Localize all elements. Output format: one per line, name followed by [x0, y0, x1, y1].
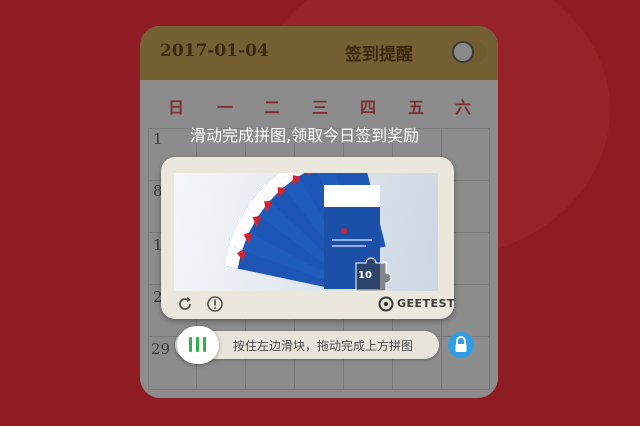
- weekday-fri: 五: [407, 98, 424, 117]
- slider-grip-icon: [189, 337, 192, 352]
- puzzle-image: 10: [174, 173, 438, 291]
- weekday-sun: 日: [167, 98, 184, 117]
- weekday-tue: 二: [263, 98, 280, 117]
- slider-hint: 按住左边滑块，拖动完成上方拼图: [233, 339, 414, 353]
- sign-reminder-toggle[interactable]: [452, 41, 486, 63]
- calendar-header: 2017-01-04 签到提醒: [140, 26, 498, 80]
- geetest-logo-icon[interactable]: [378, 296, 394, 312]
- calendar-day[interactable]: 29: [151, 340, 170, 358]
- weekday-sat: 六: [454, 98, 471, 117]
- weekday-mon: 一: [216, 98, 233, 117]
- captcha-panel: 10 GEETEST: [161, 157, 455, 319]
- weekday-header-row: 日 一 二 三 四 五 六: [140, 94, 498, 118]
- weekday-thu: 四: [359, 98, 376, 117]
- captcha-instruction: 滑动完成拼图,领取今日签到奖励: [190, 126, 420, 145]
- captcha-footer: GEETEST: [174, 295, 455, 317]
- sign-reminder-label: 签到提醒: [345, 45, 413, 65]
- geetest-brand[interactable]: GEETEST: [397, 297, 455, 310]
- toggle-knob: [452, 41, 474, 63]
- info-icon[interactable]: [206, 295, 224, 313]
- calendar-day[interactable]: 1: [153, 130, 163, 148]
- lock-icon[interactable]: [448, 332, 474, 358]
- calendar-date: 2017-01-04: [160, 41, 269, 61]
- slider-handle[interactable]: [177, 326, 219, 364]
- product-badge: 10: [358, 270, 372, 281]
- refresh-icon[interactable]: [176, 295, 194, 313]
- weekday-wed: 三: [311, 98, 328, 117]
